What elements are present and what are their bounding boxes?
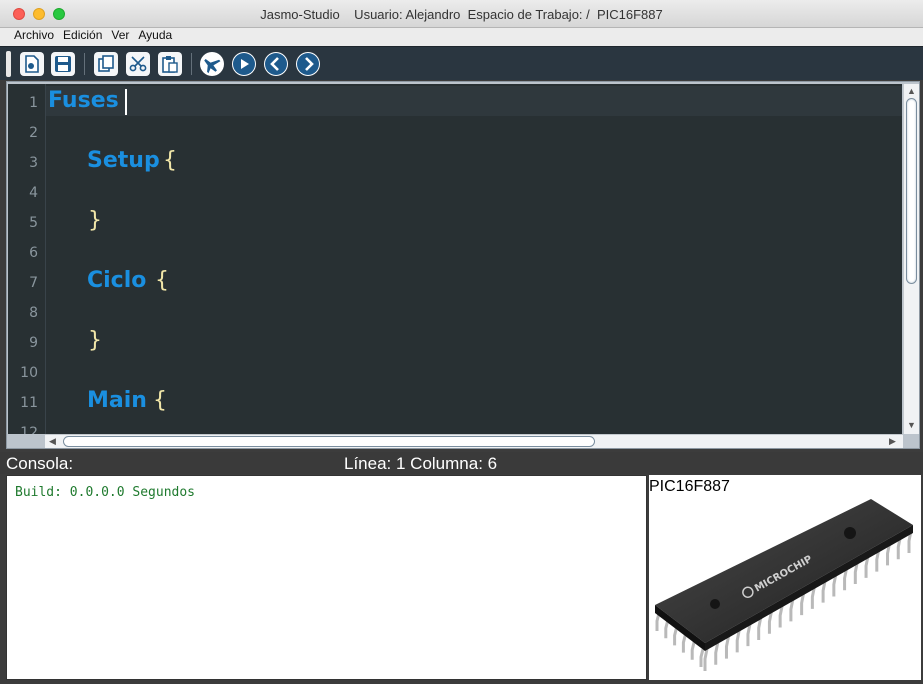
device-panel: PIC16F887 MICROCHIP	[649, 475, 921, 680]
chip-pin	[778, 605, 784, 628]
menu-archivo[interactable]: Archivo	[14, 28, 54, 46]
chip-pin	[821, 580, 827, 603]
code-keyword-setup: Setup	[87, 148, 160, 173]
cut-icon	[129, 56, 147, 72]
line-number: 3	[29, 155, 38, 171]
chip-pin	[724, 636, 730, 659]
code-keyword-fuses: Fuses	[48, 88, 119, 113]
line-number: 6	[29, 245, 38, 261]
code-brace: {	[163, 148, 177, 173]
forward-icon	[297, 53, 319, 75]
line-number-gutter: 1 2 3 4 5 6 7 8 9 10 11 12	[8, 84, 46, 434]
scroll-down-arrow-icon[interactable]: ▼	[907, 420, 916, 430]
scroll-right-arrow-icon[interactable]: ▶	[889, 436, 896, 446]
new-file-button[interactable]	[20, 52, 44, 76]
menu-ayuda[interactable]: Ayuda	[138, 28, 172, 46]
menu-ver[interactable]: Ver	[111, 28, 129, 46]
chip-pin	[690, 641, 696, 660]
chip-pin	[757, 617, 763, 640]
chip-pin	[832, 574, 838, 597]
chip-pin	[735, 630, 741, 653]
chip-pin	[714, 642, 720, 665]
menu-bar: Archivo Edición Ver Ayuda	[0, 28, 923, 46]
title-bar: Jasmo-Studio Usuario: Alejandro Espacio …	[0, 0, 923, 28]
toolbar-grip[interactable]	[6, 51, 11, 77]
paste-icon	[162, 56, 178, 73]
text-caret	[125, 89, 127, 115]
save-icon	[55, 56, 71, 72]
console-build-message: Build: 0.0.0.0 Segundos	[15, 485, 196, 500]
code-editor-frame: 1 2 3 4 5 6 7 8 9 10 11 12 Fuses Setup {…	[6, 81, 920, 449]
horizontal-scrollbar[interactable]: ◀ ▶	[45, 434, 903, 448]
toolbar	[0, 46, 923, 80]
run-button[interactable]	[232, 52, 256, 76]
copy-button[interactable]	[94, 52, 118, 76]
line-number: 1	[29, 95, 38, 111]
line-number: 2	[29, 125, 38, 141]
cursor-position: Línea: 1 Columna: 6	[344, 454, 498, 473]
forward-button[interactable]	[296, 52, 320, 76]
chip-pin	[664, 619, 670, 639]
code-keyword-main: Main	[87, 388, 147, 413]
toolbar-separator	[84, 53, 85, 75]
horizontal-scroll-thumb[interactable]	[63, 436, 595, 447]
line-number: 4	[29, 185, 38, 201]
microcontroller-chip-image: MICROCHIP	[655, 499, 913, 671]
code-keyword-ciclo: Ciclo	[87, 268, 147, 293]
chip-pin	[703, 648, 709, 671]
line-number: 5	[29, 215, 38, 231]
line-number: 9	[29, 335, 38, 351]
code-brace: {	[153, 388, 167, 413]
line-number: 7	[29, 275, 38, 291]
code-brace: }	[88, 328, 102, 353]
console-label: Consola:	[6, 454, 74, 473]
window-title: Jasmo-Studio Usuario: Alejandro Espacio …	[260, 7, 663, 22]
current-line-highlight	[46, 86, 902, 116]
chip-pin	[699, 648, 705, 667]
chip-pin	[746, 623, 752, 647]
copy-icon	[98, 55, 114, 72]
chip-pin	[789, 599, 795, 622]
menu-edicion[interactable]: Edición	[63, 28, 102, 46]
code-brace: {	[155, 268, 169, 293]
code-editor[interactable]: 1 2 3 4 5 6 7 8 9 10 11 12 Fuses Setup {…	[8, 84, 902, 434]
paste-button[interactable]	[158, 52, 182, 76]
deploy-button[interactable]	[200, 52, 224, 76]
app-window: Jasmo-Studio Usuario: Alejandro Espacio …	[0, 0, 923, 684]
line-number: 8	[29, 305, 38, 321]
play-icon	[233, 53, 255, 75]
chip-pin	[800, 592, 806, 616]
cut-button[interactable]	[126, 52, 150, 76]
chip-pin	[810, 586, 816, 609]
line-number: 10	[20, 365, 38, 381]
back-button[interactable]	[264, 52, 288, 76]
code-brace: }	[88, 208, 102, 233]
back-icon	[265, 53, 287, 75]
line-number: 11	[20, 395, 38, 411]
airplane-icon	[204, 59, 221, 74]
scroll-up-arrow-icon[interactable]: ▲	[907, 86, 916, 96]
new-file-icon	[25, 55, 39, 73]
toolbar-separator	[191, 53, 192, 75]
vertical-scroll-thumb[interactable]	[906, 98, 917, 284]
scroll-left-arrow-icon[interactable]: ◀	[49, 436, 56, 446]
console-output[interactable]: Build: 0.0.0.0 Segundos	[6, 475, 647, 680]
save-button[interactable]	[51, 52, 75, 76]
line-number: 12	[20, 425, 38, 434]
vertical-scrollbar[interactable]: ▲ ▼	[903, 84, 919, 434]
chip-pin	[767, 611, 773, 634]
chip-pin	[681, 634, 687, 653]
status-bar: Consola: Línea: 1 Columna: 6	[0, 452, 923, 474]
chip-pin	[673, 627, 679, 646]
